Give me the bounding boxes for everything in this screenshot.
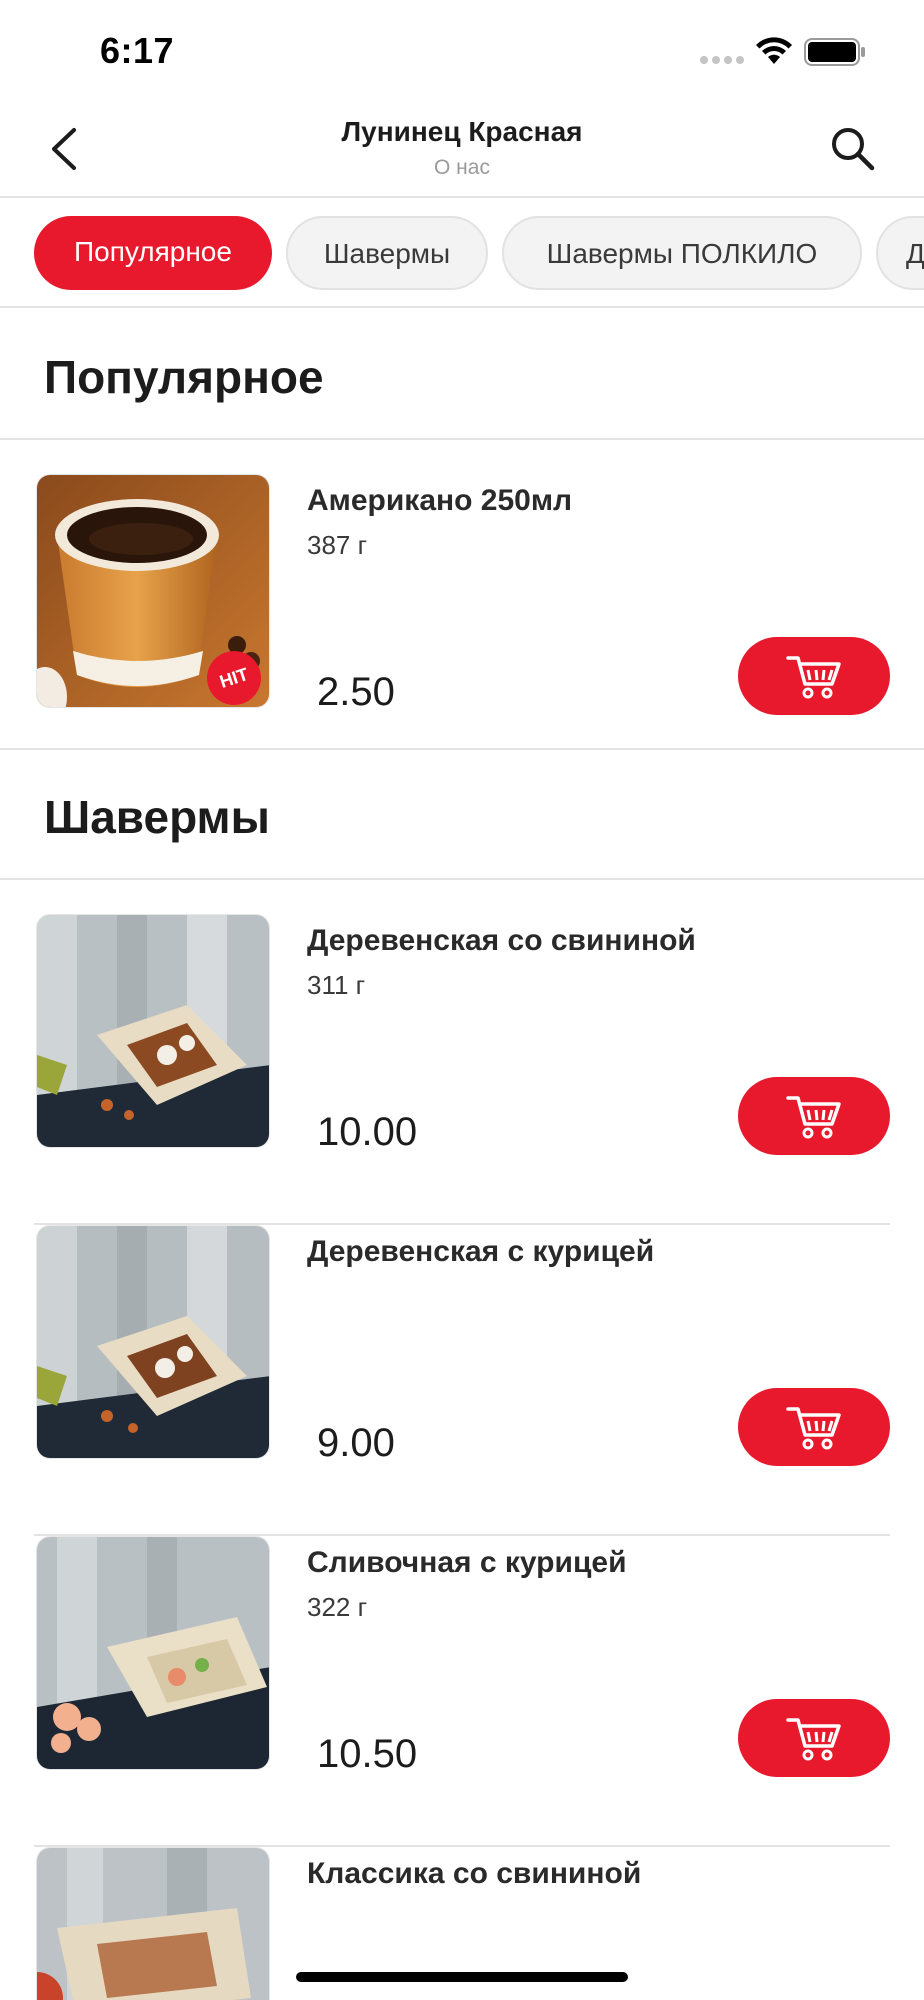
section-header-popular: Популярное [0, 310, 924, 440]
tab-shawarma[interactable]: Шавермы [286, 216, 488, 290]
product-name: Сливочная с курицей [307, 1546, 627, 1579]
section-title: Шавермы [44, 791, 270, 843]
tab-shawarma-half-kilo[interactable]: Шавермы ПОЛКИЛО [502, 216, 862, 290]
cart-icon [786, 1718, 841, 1761]
search-icon[interactable] [828, 124, 878, 174]
product-price: 9.00 [317, 1421, 395, 1465]
product-card[interactable]: Деревенская со свининой 311 г 10.00 [34, 914, 890, 1225]
category-tabs: Популярное Шавермы Шавермы ПОЛКИЛО Д [0, 198, 924, 308]
page-title: Лунинец Красная [341, 116, 583, 147]
product-weight: 387 г [307, 530, 368, 560]
battery-icon [804, 38, 865, 66]
product-weight: 322 г [307, 1592, 368, 1622]
product-card[interactable]: Деревенская с курицей 9.00 [34, 1225, 890, 1536]
product-name: Американо 250мл [307, 484, 573, 517]
cart-icon [786, 656, 841, 699]
product-price: 2.50 [317, 670, 395, 714]
product-image-shawarma [36, 1536, 270, 1770]
product-name: Классика со свининой [307, 1857, 642, 1890]
home-indicator [296, 1972, 628, 1982]
section-header-shawarma: Шавермы [0, 750, 924, 880]
add-to-cart-button[interactable] [738, 1077, 890, 1155]
product-card[interactable]: HIT Американо 250мл 387 г 2.50 [34, 474, 890, 748]
product-price: 10.00 [317, 1110, 418, 1154]
product-image-shawarma [36, 1225, 270, 1459]
product-image-shawarma [36, 914, 270, 1148]
add-to-cart-button[interactable] [738, 637, 890, 715]
chevron-left-icon[interactable] [40, 122, 90, 176]
add-to-cart-button[interactable] [738, 1388, 890, 1466]
status-bar: 6:17 [0, 0, 924, 100]
product-card[interactable]: Сливочная с курицей 322 г 10.50 [34, 1536, 890, 1847]
product-weight: 311 г [307, 970, 366, 1000]
nav-bar: Лунинец Красная О нас [0, 100, 924, 198]
product-image-shawarma [36, 1847, 270, 2000]
wifi-icon [756, 37, 792, 64]
status-time: 6:17 [100, 30, 175, 71]
tab-next-category[interactable]: Д [876, 216, 924, 290]
add-to-cart-button[interactable] [738, 1699, 890, 1777]
section-title: Популярное [44, 351, 324, 403]
cellular-signal-icon [700, 56, 744, 64]
product-image-coffee: HIT [36, 474, 270, 708]
cart-icon [786, 1407, 841, 1450]
cart-icon [786, 1096, 841, 1139]
product-price: 10.50 [317, 1732, 418, 1776]
tab-popular[interactable]: Популярное [34, 216, 272, 290]
about-link[interactable]: О нас [200, 156, 724, 180]
product-name: Деревенская со свининой [307, 924, 696, 957]
product-name: Деревенская с курицей [307, 1235, 655, 1268]
